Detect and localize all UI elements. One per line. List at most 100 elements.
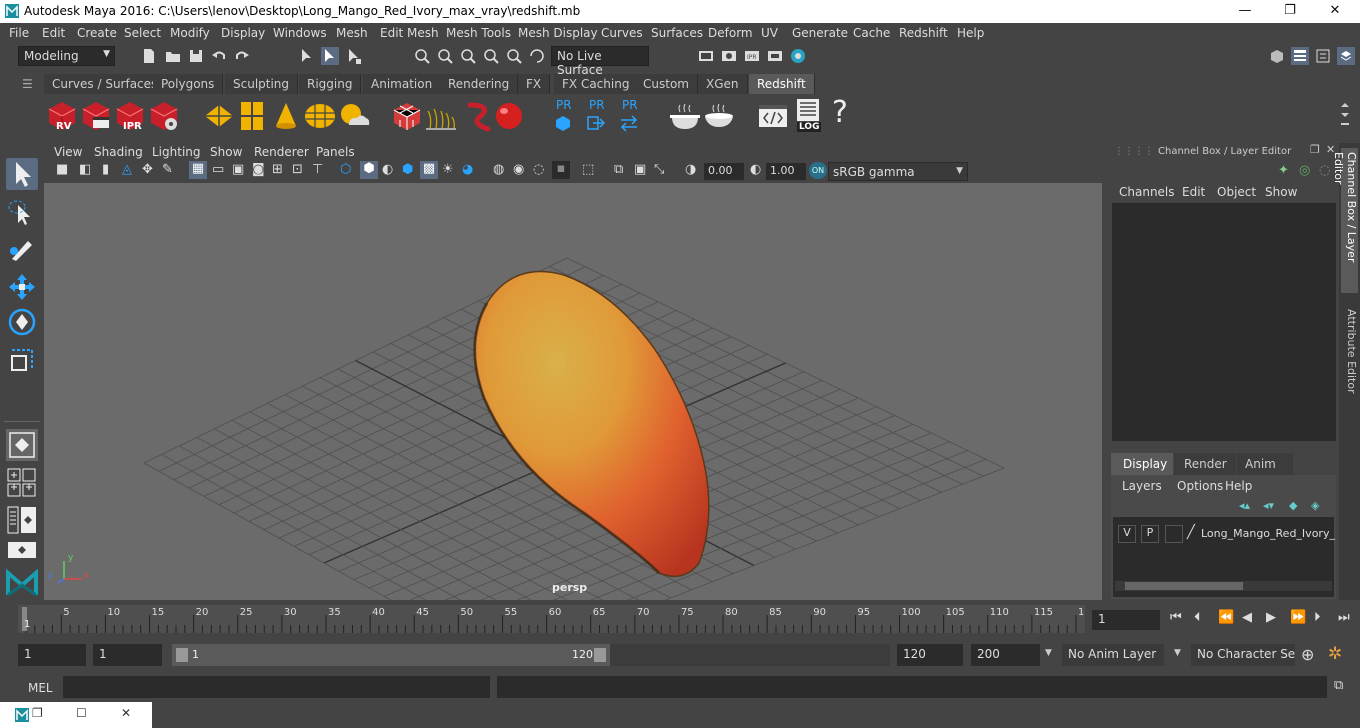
workspace-icon[interactable]: [1268, 47, 1286, 65]
pr-mesh-params-button[interactable]: PR: [548, 98, 578, 134]
menu-create[interactable]: Create: [77, 26, 117, 40]
ipr-render-icon[interactable]: IPR: [743, 47, 761, 65]
tab-xgen[interactable]: XGen: [698, 74, 748, 94]
panel-menu-view[interactable]: View: [54, 145, 82, 159]
panel-menu-shading[interactable]: Shading: [94, 145, 143, 159]
redshift-light-rect-icon[interactable]: [202, 99, 236, 133]
layer-name[interactable]: Long_Mango_Red_Ivory_: [1201, 527, 1335, 540]
perspective-viewport[interactable]: persp y x z: [44, 183, 1102, 600]
anim-layer-chevron-icon[interactable]: ▼: [1045, 648, 1052, 658]
live-surface-field[interactable]: No Live Surface: [551, 46, 649, 77]
pr-export-params-button[interactable]: PR: [581, 98, 611, 134]
playback-end-field[interactable]: 120: [897, 644, 963, 666]
redshift-settings-icon[interactable]: [147, 99, 181, 133]
play-backwards-icon[interactable]: ◀: [1242, 610, 1252, 625]
layer-hscroll-thumb[interactable]: [1125, 582, 1243, 590]
step-forward-key-icon[interactable]: ⏩: [1290, 610, 1306, 625]
menu-mesh-tools[interactable]: Mesh Tools: [446, 26, 511, 40]
anim-layer-dropdown[interactable]: No Anim Layer: [1062, 644, 1164, 666]
character-set-dropdown[interactable]: No Character Set: [1191, 644, 1295, 666]
redshift-proxy-icon[interactable]: [390, 99, 424, 133]
step-back-frame-icon[interactable]: ⏴: [1194, 610, 1201, 625]
play-forwards-icon[interactable]: ▶: [1266, 610, 1276, 625]
redshift-render-view-icon[interactable]: RV: [45, 99, 79, 133]
restore-icon[interactable]: ❐: [32, 706, 43, 720]
menu-generate[interactable]: Generate: [792, 26, 848, 40]
lasso-tool-icon[interactable]: [6, 197, 38, 229]
hypershade-icon[interactable]: [789, 47, 807, 65]
safe-title-icon[interactable]: ⊤: [312, 162, 323, 177]
image-plane-icon[interactable]: ◬: [122, 162, 132, 177]
panel-menu-show[interactable]: Show: [210, 145, 242, 159]
wireframe-icon[interactable]: ⬡: [340, 162, 351, 177]
outliner-layout-icon[interactable]: [7, 505, 37, 535]
panel-menu-panels[interactable]: Panels: [316, 145, 355, 159]
step-back-key-icon[interactable]: ⏪: [1218, 610, 1234, 625]
paint-select-tool-icon[interactable]: [6, 233, 38, 265]
xray-joints-icon[interactable]: ⧉: [614, 162, 623, 177]
redshift-light-area-icon[interactable]: [235, 99, 269, 133]
exposure-field[interactable]: 0.00: [704, 163, 744, 180]
resolution-gate-icon[interactable]: ▣: [232, 162, 244, 177]
menu-edit[interactable]: Edit: [42, 26, 65, 40]
menu-mesh[interactable]: Mesh: [336, 26, 368, 40]
character-set-chevron-icon[interactable]: ▼: [1174, 648, 1181, 658]
snap-live-icon[interactable]: [528, 47, 546, 65]
grid-toggle-icon[interactable]: ▦: [189, 161, 207, 179]
depth-of-field-icon[interactable]: ◌: [533, 162, 544, 177]
time-slider[interactable]: 5 10 15 20 25 30 35 40 45 50 55 60 65 70 75 80 85 90 95 100…: [18, 605, 1085, 633]
screen-space-ao-icon[interactable]: ◕: [462, 162, 473, 177]
show-tool-settings-icon[interactable]: [1314, 47, 1332, 65]
gamma-field[interactable]: 1.00: [766, 163, 806, 180]
menu-options[interactable]: Options: [1177, 479, 1223, 493]
menu-layers[interactable]: Layers: [1122, 479, 1162, 493]
playback-start-field[interactable]: 1: [93, 644, 162, 666]
script-editor-icon[interactable]: ⧉: [1334, 678, 1343, 693]
layer-hscrollbar[interactable]: [1115, 581, 1332, 591]
redshift-material-pot-icon[interactable]: [668, 99, 702, 133]
mode-dropdown[interactable]: Modeling ▼: [18, 46, 115, 66]
color-space-dropdown[interactable]: sRGB gamma ▼: [828, 162, 968, 181]
move-tool-icon[interactable]: [6, 271, 38, 303]
snap-grid-icon[interactable]: [413, 47, 431, 65]
textured-icon[interactable]: ⬢: [402, 162, 413, 177]
tab-render[interactable]: Render: [1174, 453, 1236, 475]
menu-windows[interactable]: Windows: [273, 26, 327, 40]
animation-start-field[interactable]: 1: [18, 644, 86, 666]
menu-cb-edit[interactable]: Edit: [1182, 185, 1205, 199]
maximize-icon[interactable]: ☐: [76, 706, 87, 720]
move-layer-down-icon[interactable]: ◂▾: [1263, 499, 1274, 512]
film-gate-icon[interactable]: ▭: [212, 162, 224, 177]
panel-layout-icon[interactable]: [7, 541, 37, 559]
tab-animation[interactable]: Animation: [363, 74, 442, 94]
menu-cache[interactable]: Cache: [853, 26, 890, 40]
select-hierarchy-icon[interactable]: [298, 47, 316, 65]
tab-display[interactable]: Display: [1111, 453, 1173, 475]
close-icon[interactable]: ✕: [121, 706, 131, 720]
channel-list[interactable]: [1112, 203, 1336, 441]
step-forward-frame-icon[interactable]: ⏵: [1314, 610, 1321, 625]
new-layer-selected-icon[interactable]: ◈: [1311, 499, 1319, 512]
layer-type-toggle[interactable]: [1165, 525, 1183, 543]
range-slider[interactable]: 1 120: [172, 644, 610, 666]
range-slider-track[interactable]: [610, 644, 890, 666]
snap-curve-icon[interactable]: [436, 47, 454, 65]
wireframe-on-shaded-icon[interactable]: ◐: [382, 162, 393, 177]
channel-box-key-icon[interactable]: ✦: [1278, 163, 1289, 178]
shelf-scroll-icon[interactable]: [1340, 101, 1350, 131]
minimized-window[interactable]: ❐ ☐ ✕: [0, 702, 152, 728]
pr-sync-params-button[interactable]: PR: [614, 98, 644, 134]
minimize-button[interactable]: —: [1235, 2, 1255, 20]
redo-icon[interactable]: [233, 47, 251, 65]
menu-show[interactable]: Show: [1265, 185, 1297, 199]
panel-menu-lighting[interactable]: Lighting: [152, 145, 201, 159]
menu-help[interactable]: Help: [957, 26, 984, 40]
menu-uv[interactable]: UV: [761, 26, 778, 40]
single-perspective-layout-icon[interactable]: [6, 429, 38, 461]
range-end-handle[interactable]: [594, 648, 606, 662]
range-start-handle[interactable]: [176, 648, 188, 662]
menu-channels[interactable]: Channels: [1119, 185, 1175, 199]
menu-object[interactable]: Object: [1217, 185, 1256, 199]
animation-end-field[interactable]: 200: [971, 644, 1040, 666]
menu-mesh-display[interactable]: Mesh Display: [518, 26, 598, 40]
